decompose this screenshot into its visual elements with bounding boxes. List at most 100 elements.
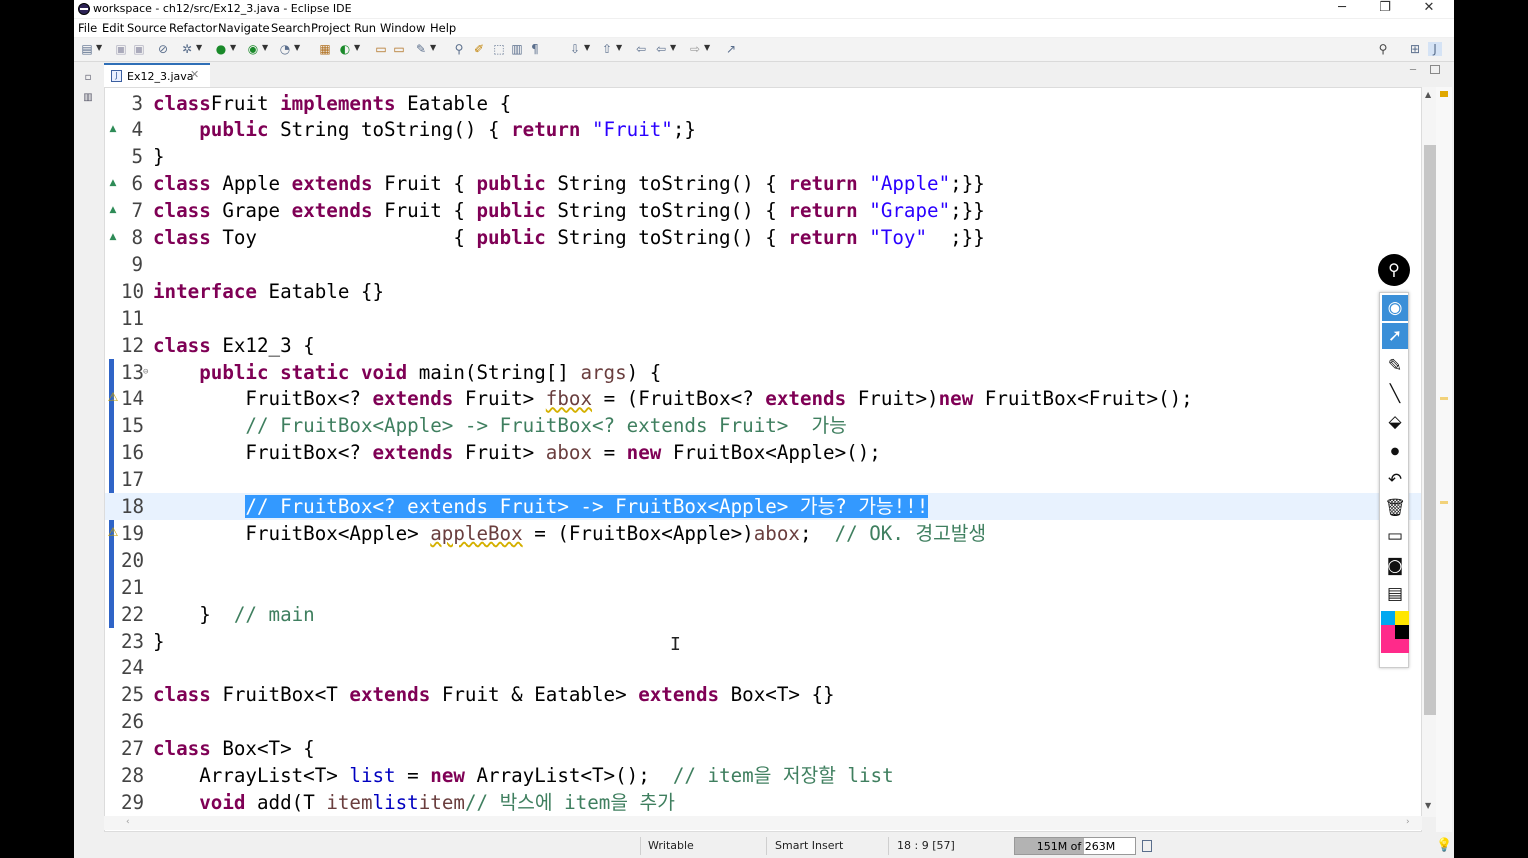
menu-window[interactable]: Window — [380, 21, 425, 35]
pen-icon[interactable]: ╲ — [1382, 381, 1408, 407]
menu-search[interactable]: Search — [271, 21, 311, 35]
color-swatch-cyan[interactable] — [1381, 611, 1395, 625]
color-swatch-yellow[interactable] — [1395, 611, 1409, 625]
word-wrap-icon[interactable]: ▥ — [510, 42, 524, 56]
paragraph-icon[interactable]: ¶ — [528, 42, 542, 56]
previous-annotation-icon[interactable]: ⇧ — [600, 42, 614, 56]
horizontal-scrollbar[interactable]: ‹ › — [104, 816, 1422, 830]
warning-summary-icon[interactable] — [1440, 91, 1448, 97]
undo-icon[interactable]: ↶ — [1382, 467, 1408, 493]
fold-toggle-icon[interactable]: ⊖ — [143, 359, 148, 386]
code-line[interactable]: 29 void add(T itemlistitem// 박스에 item을 추… — [105, 789, 1421, 816]
menu-help[interactable]: Help — [430, 21, 456, 35]
block-selection-icon[interactable]: ⬚ — [492, 42, 506, 56]
back-icon[interactable]: ⇦ — [654, 42, 668, 56]
overview-warning-mark[interactable] — [1440, 397, 1448, 400]
save-all-icon[interactable]: ▣ — [132, 42, 146, 56]
code-line[interactable]: 25 class FruitBox<T extends Fruit & Eatab… — [105, 681, 1421, 708]
garbage-collect-icon[interactable] — [1142, 840, 1152, 852]
code-line[interactable]: 21 — [105, 574, 1421, 601]
close-tab-icon[interactable]: ✕ — [190, 68, 199, 81]
code-editor[interactable]: ▲ ▲ ▲ ▲ ⚠ ⚠ 3 classFruit implements Eatable {4… — [104, 87, 1422, 832]
code-line[interactable]: 16 FruitBox<? extends Fruit> abox = new … — [105, 439, 1421, 466]
code-line[interactable]: 5} — [105, 143, 1421, 170]
save-icon[interactable]: ▣ — [114, 42, 128, 56]
code-line[interactable]: 27 class Box<T> { — [105, 735, 1421, 762]
menu-run[interactable]: Run — [354, 21, 376, 35]
whiteboard-icon[interactable]: ▭ — [1382, 523, 1408, 549]
eye-icon[interactable]: ◉ — [1382, 295, 1408, 321]
clipboard-icon[interactable]: ▤ — [1382, 581, 1408, 607]
show-whitespace-icon[interactable]: ✐ — [472, 42, 486, 56]
trash-icon[interactable]: 🗑 — [1382, 495, 1408, 521]
java-perspective-icon[interactable]: J — [1428, 42, 1442, 56]
code-line[interactable]: 24 — [105, 654, 1421, 681]
code-line[interactable]: 6 class Apple extends Fruit { public Stri… — [105, 170, 1421, 197]
code-line[interactable]: 26 — [105, 708, 1421, 735]
annotation-app-logo-icon[interactable]: ⚲ — [1378, 254, 1410, 286]
pointer-icon[interactable]: ➚ — [1382, 323, 1408, 349]
tip-bulb-icon[interactable]: 💡 — [1436, 838, 1452, 853]
new-java-project-icon[interactable]: ▦ — [318, 42, 332, 56]
code-line[interactable]: 3 classFruit implements Eatable { — [105, 90, 1421, 117]
code-line[interactable]: 18 // FruitBox<? extends Fruit> -> Fruit… — [105, 493, 1421, 520]
color-swatch-black[interactable] — [1395, 625, 1409, 639]
scroll-up-arrow-icon[interactable]: ▲ — [1425, 90, 1431, 99]
menu-refactor[interactable]: Refactor — [169, 21, 217, 35]
run-icon[interactable]: ● — [214, 42, 228, 56]
overview-warning-mark[interactable] — [1440, 501, 1448, 504]
menu-file[interactable]: File — [78, 21, 97, 35]
code-line[interactable]: 19 FruitBox<Apple> appleBox = (FruitBox<… — [105, 520, 1421, 547]
eraser-icon[interactable]: ⬙ — [1382, 409, 1408, 435]
code-line[interactable]: 14 FruitBox<? extends Fruit> fbox = (Fru… — [105, 385, 1421, 412]
code-line[interactable]: 12 class Ex12_3 { — [105, 332, 1421, 359]
forward-icon[interactable]: ⇨ — [688, 42, 702, 56]
coverage-icon[interactable]: ◔ — [278, 42, 292, 56]
code-line[interactable]: 28 ArrayList<T> list = new ArrayList<T>(… — [105, 762, 1421, 789]
debug-icon[interactable]: ✲ — [180, 42, 194, 56]
minimize-editor-button[interactable]: ─ — [1410, 65, 1416, 76]
highlighter-icon[interactable]: ✎ — [1382, 353, 1408, 379]
menu-source[interactable]: Source — [127, 21, 167, 35]
package-explorer-icon[interactable]: ▥ — [82, 92, 94, 104]
code-line[interactable]: 11 — [105, 305, 1421, 332]
code-line[interactable]: 20 — [105, 547, 1421, 574]
maximize-editor-button[interactable] — [1430, 65, 1440, 74]
minimize-button[interactable]: ─ — [1327, 0, 1357, 18]
menu-edit[interactable]: Edit — [102, 21, 124, 35]
search-icon[interactable]: ▭ — [392, 42, 406, 56]
editor-tab-ex12-3[interactable]: J Ex12_3.java ✕ — [104, 63, 210, 87]
close-button[interactable]: ✕ — [1414, 0, 1444, 18]
new-icon[interactable]: ▤ — [80, 42, 94, 56]
scroll-left-arrow-icon[interactable]: ‹ — [126, 817, 130, 827]
heap-status[interactable]: 151M of 263M — [1014, 837, 1136, 855]
skip-breakpoints-icon[interactable]: ⊘ — [156, 42, 170, 56]
run-external-icon[interactable]: ◉ — [246, 42, 260, 56]
camera-icon[interactable]: ◙ — [1382, 553, 1408, 579]
new-class-icon[interactable]: ◐ — [338, 42, 352, 56]
code-line[interactable]: 13 ⊖ public static void main(String[] arg… — [105, 359, 1421, 386]
code-line[interactable]: 8 class Toy { public String toString() { … — [105, 224, 1421, 251]
last-edit-icon[interactable]: ⇦ — [634, 42, 648, 56]
search-icon[interactable]: ⚲ — [1376, 42, 1390, 56]
code-line[interactable]: 10 interface Eatable {} — [105, 278, 1421, 305]
menu-navigate[interactable]: Navigate — [218, 21, 270, 35]
toggle-mark-icon[interactable]: ✎ — [414, 42, 428, 56]
restore-button[interactable]: ❐ — [1370, 0, 1400, 18]
next-annotation-icon[interactable]: ⇩ — [568, 42, 582, 56]
code-line[interactable]: 23} — [105, 628, 1421, 655]
code-line[interactable]: 22 } // main — [105, 601, 1421, 628]
code-line[interactable]: 9 — [105, 251, 1421, 278]
code-line[interactable]: 4 public String toString() { return "Fru… — [105, 116, 1421, 143]
scroll-right-arrow-icon[interactable]: › — [1406, 817, 1410, 827]
scroll-down-arrow-icon[interactable]: ▼ — [1425, 801, 1431, 810]
code-line[interactable]: 17 — [105, 466, 1421, 493]
vertical-scrollbar[interactable]: ▲ ▼ — [1422, 87, 1436, 817]
open-type-icon[interactable]: ▭ — [374, 42, 388, 56]
restore-view-icon[interactable]: ▫ — [82, 72, 94, 84]
open-perspective-icon[interactable]: ⊞ — [1408, 42, 1422, 56]
dot-icon[interactable]: ● — [1382, 439, 1408, 465]
code-line[interactable]: 7 class Grape extends Fruit { public Stri… — [105, 197, 1421, 224]
code-line[interactable]: 15 // FruitBox<Apple> -> FruitBox<? exte… — [105, 412, 1421, 439]
menu-project[interactable]: Project — [311, 21, 350, 35]
